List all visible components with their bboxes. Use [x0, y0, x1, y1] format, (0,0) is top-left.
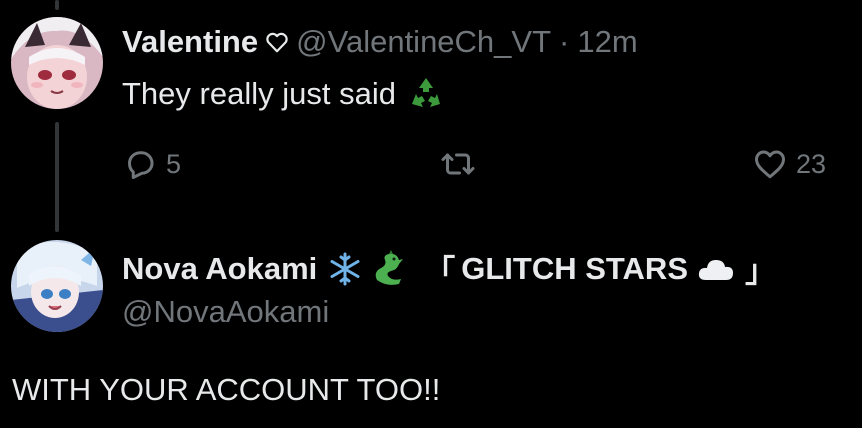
reply-icon	[128, 151, 154, 179]
avatar-nova[interactable]	[11, 240, 103, 332]
tweet1-actions: 5 23	[0, 140, 862, 190]
retweet-button[interactable]	[440, 146, 484, 182]
thread-connector-top	[55, 0, 59, 10]
like-button[interactable]: 23	[752, 146, 826, 182]
cloud-emoji-icon	[696, 252, 736, 286]
tweet2-header: Nova Aokami 「 GLITCH STARS 」	[122, 246, 782, 291]
user-handle[interactable]: @ValentineCh_VT	[296, 24, 551, 60]
separator-dot: ·	[559, 24, 570, 59]
dragon-emoji-icon	[369, 249, 407, 288]
tag-bracket-open: 「	[424, 254, 456, 289]
display-name[interactable]: Valentine	[122, 24, 258, 60]
like-count: 23	[796, 148, 827, 179]
tweet1-header: Valentine @ValentineCh_VT · 12m	[122, 24, 638, 60]
tweet-body: They really just said	[122, 76, 396, 111]
tweet1-text: They really just said	[122, 74, 446, 114]
tweet2-handle-row: @NovaAokami	[122, 294, 329, 330]
reply-count: 5	[166, 148, 182, 179]
display-name[interactable]: Nova Aokami	[122, 251, 317, 287]
conversation-thread: Valentine @ValentineCh_VT · 12m They rea…	[0, 0, 862, 428]
timestamp[interactable]: 12m	[577, 24, 637, 60]
recycle-emoji-icon	[406, 74, 446, 114]
tweet2-text: WITH YOUR ACCOUNT TOO!!	[12, 372, 440, 408]
heart-outline-icon	[264, 29, 290, 55]
snowflake-emoji-icon	[327, 251, 363, 287]
reply-button[interactable]: 5	[122, 146, 181, 182]
retweet-icon	[441, 153, 475, 175]
heart-icon	[755, 150, 785, 179]
tag-bracket-close: 」	[745, 254, 776, 289]
group-tag: GLITCH STARS	[461, 250, 688, 286]
tweet-body: WITH YOUR ACCOUNT TOO!!	[12, 372, 441, 407]
avatar-valentine[interactable]	[11, 17, 103, 109]
user-handle[interactable]: @NovaAokami	[122, 294, 329, 330]
